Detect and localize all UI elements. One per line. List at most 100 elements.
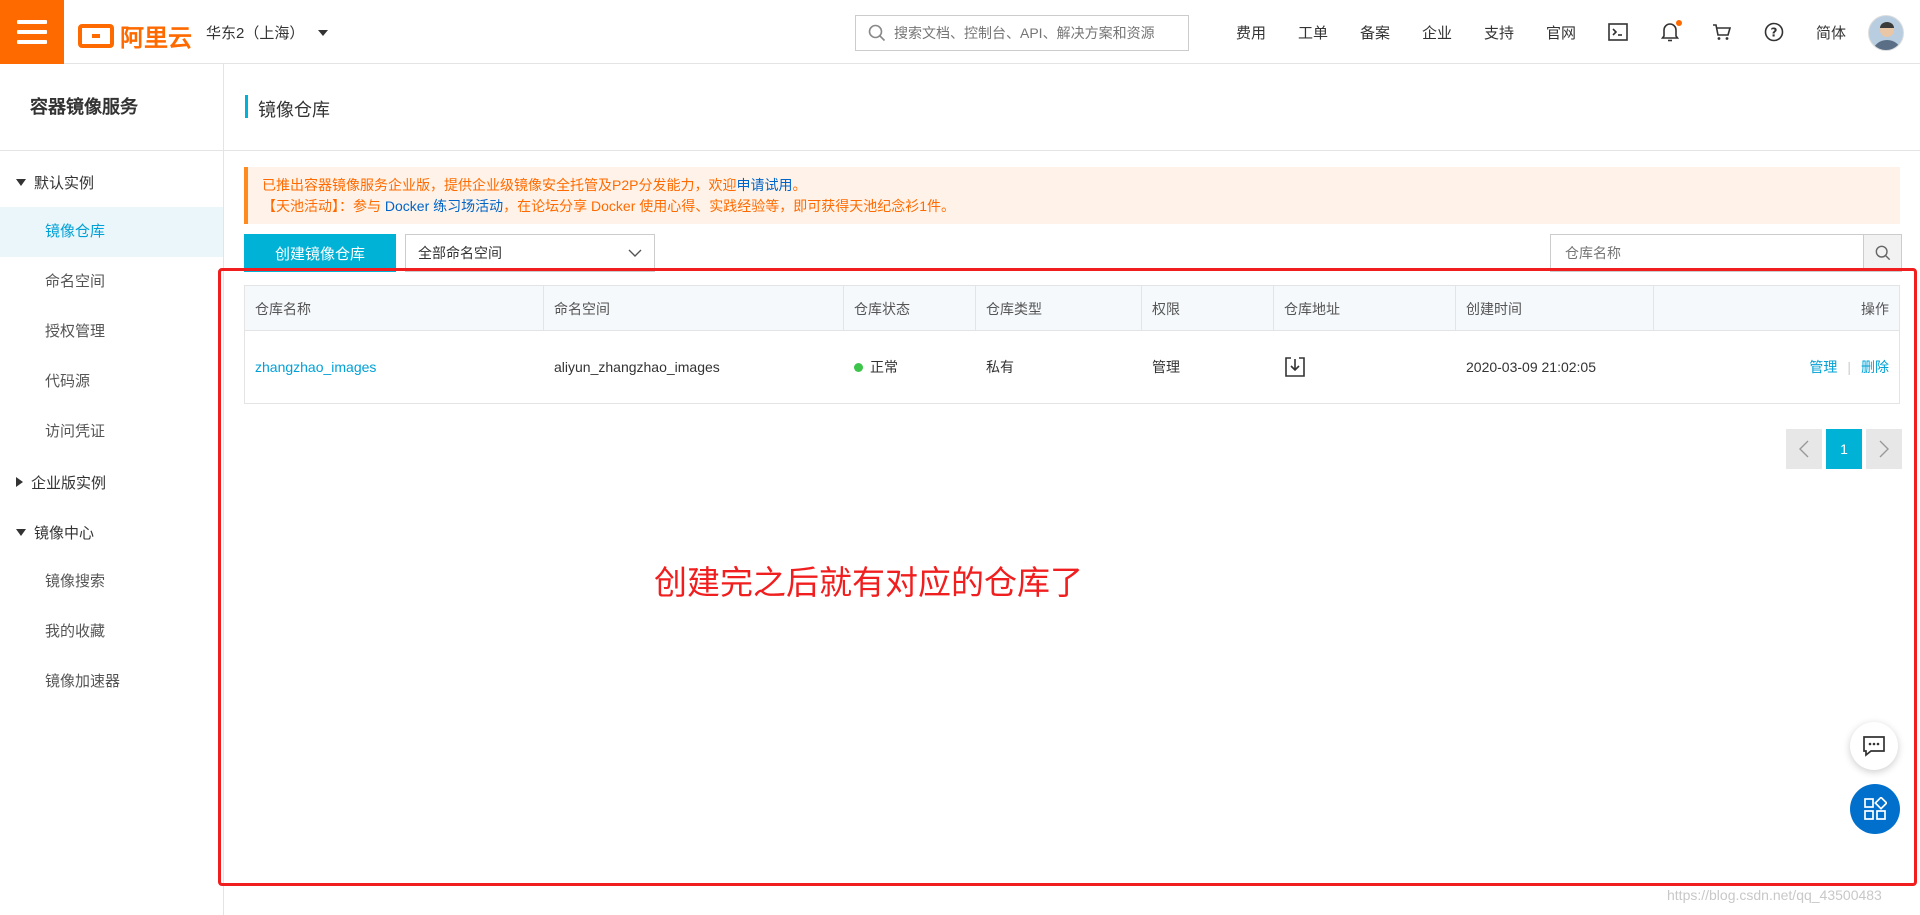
notification-button[interactable]	[1644, 0, 1696, 64]
caret-down-icon	[16, 178, 26, 186]
column-header: 命名空间	[544, 286, 844, 331]
nav-enterprise[interactable]: 企业	[1406, 22, 1468, 43]
address-cell	[1274, 356, 1456, 378]
apply-trial-link[interactable]: 申请试用	[736, 177, 792, 193]
sidebar-group-image-center[interactable]: 镜像中心	[0, 507, 223, 557]
sidebar-item-repositories[interactable]: 镜像仓库	[0, 207, 223, 257]
repo-name-cell: zhangzhao_images	[245, 359, 544, 375]
page-title: 镜像仓库	[258, 100, 330, 120]
notice-text: 已推出容器镜像服务企业版，提供企业级镜像安全托管及P2P分发能力，欢迎	[262, 177, 737, 193]
created-time-cell: 2020-03-09 21:02:05	[1466, 359, 1596, 375]
sidebar-item-namespaces[interactable]: 命名空间	[0, 257, 223, 307]
sidebar-item-authorization[interactable]: 授权管理	[0, 307, 223, 357]
delete-link[interactable]: 删除	[1861, 357, 1889, 377]
column-header: 仓库地址	[1274, 286, 1456, 331]
apps-icon	[1864, 797, 1887, 820]
global-search-input[interactable]	[894, 25, 1184, 41]
repository-search-button[interactable]	[1863, 235, 1901, 271]
top-nav: 费用 工单 备案 企业 支持 官网 ? 简体	[1220, 0, 1862, 64]
docker-activity-link[interactable]: Docker 练习场活动	[385, 198, 503, 214]
nav-tickets[interactable]: 工单	[1282, 22, 1344, 43]
repository-search[interactable]	[1550, 234, 1902, 272]
table-row: zhangzhao_images aliyun_zhangzhao_images…	[245, 331, 1899, 403]
sidebar-group-enterprise-instance[interactable]: 企业版实例	[0, 457, 223, 507]
notice-banner: 已推出容器镜像服务企业版，提供企业级镜像安全托管及P2P分发能力，欢迎申请试用。…	[244, 167, 1900, 224]
repo-name-link[interactable]: zhangzhao_images	[255, 359, 376, 375]
annotation-text: 创建完之后就有对应的仓库了	[654, 564, 1083, 601]
sidebar-item-image-search[interactable]: 镜像搜索	[0, 557, 223, 607]
chevron-right-icon	[1879, 440, 1889, 458]
page-button-current[interactable]: 1	[1826, 429, 1862, 469]
language-switch[interactable]: 简体	[1800, 22, 1862, 43]
nav-icp[interactable]: 备案	[1344, 22, 1406, 43]
column-header: 操作	[1861, 300, 1889, 317]
sidebar-item-access-credential[interactable]: 访问凭证	[0, 407, 223, 457]
notice-line-1: 已推出容器镜像服务企业版，提供企业级镜像安全托管及P2P分发能力，欢迎申请试用。	[262, 175, 1886, 196]
action-separator: |	[1847, 359, 1851, 375]
page-header: 镜像仓库	[224, 64, 1920, 151]
cart-button[interactable]	[1696, 0, 1748, 64]
title-accent-bar	[245, 95, 248, 118]
chat-icon	[1863, 736, 1885, 757]
nav-support[interactable]: 支持	[1468, 22, 1530, 43]
aliyun-logo[interactable]: 阿里云	[78, 18, 192, 53]
feedback-button[interactable]	[1850, 722, 1898, 770]
nav-official-site[interactable]: 官网	[1530, 22, 1592, 43]
repository-search-input[interactable]	[1551, 235, 1863, 271]
notice-text: 。	[792, 177, 807, 193]
sidebar-item-code-source[interactable]: 代码源	[0, 357, 223, 407]
user-avatar-icon	[1873, 22, 1901, 50]
create-repository-button[interactable]: 创建镜像仓库	[244, 234, 396, 272]
chevron-down-icon	[318, 29, 329, 36]
region-selector[interactable]: 华东2（上海）	[206, 22, 329, 43]
caret-right-icon	[16, 477, 23, 487]
search-icon	[1875, 245, 1890, 261]
cart-icon	[1713, 24, 1732, 40]
quick-apps-button[interactable]	[1850, 784, 1900, 834]
terminal-button[interactable]	[1592, 0, 1644, 64]
permission-cell: 管理	[1152, 359, 1180, 375]
sidebar-group-default-instance[interactable]: 默认实例	[0, 157, 223, 207]
next-page-button[interactable]	[1866, 429, 1902, 469]
namespace-cell: aliyun_zhangzhao_images	[554, 359, 720, 375]
actions-cell: 管理 | 删除	[1654, 357, 1899, 377]
sidebar-item-accelerator[interactable]: 镜像加速器	[0, 657, 223, 707]
chevron-down-icon	[628, 249, 642, 257]
column-header: 仓库名称	[245, 286, 544, 331]
search-icon	[868, 24, 886, 42]
global-search[interactable]	[855, 15, 1189, 51]
download-icon[interactable]	[1284, 356, 1306, 378]
aliyun-logo-icon	[78, 23, 114, 48]
sidebar-item-favorites[interactable]: 我的收藏	[0, 607, 223, 657]
status-cell: 正常	[844, 357, 976, 377]
avatar[interactable]	[1868, 15, 1904, 51]
nav-fees[interactable]: 费用	[1220, 22, 1282, 43]
watermark: https://blog.csdn.net/qq_43500483	[1667, 887, 1882, 903]
notice-line-2: 【天池活动】：参与 Docker 练习场活动，在论坛分享 Docker 使用心得…	[262, 196, 1886, 217]
notice-text: ，在论坛分享 Docker 使用心得、实践经验等，即可获得天池纪念衫1件。	[503, 198, 956, 214]
caret-down-icon	[16, 528, 26, 536]
repository-table: 仓库名称 命名空间 仓库状态 仓库类型 权限 仓库地址 创建时间 操作 zhan…	[244, 285, 1900, 404]
hamburger-menu-button[interactable]	[0, 0, 64, 64]
manage-link[interactable]: 管理	[1809, 357, 1837, 377]
prev-page-button[interactable]	[1786, 429, 1822, 469]
namespace-select[interactable]: 全部命名空间	[405, 234, 655, 272]
column-header: 仓库状态	[844, 286, 976, 331]
notification-dot	[1676, 20, 1682, 26]
sidebar-group-label: 企业版实例	[31, 474, 107, 492]
sidebar-group-label: 镜像中心	[34, 524, 95, 542]
svg-text:?: ?	[1771, 26, 1778, 40]
sidebar-title: 容器镜像服务	[0, 64, 223, 151]
top-bar: 阿里云 华东2（上海） 费用 工单 备案 企业 支持 官网 ? 简体	[0, 0, 1920, 64]
status-text: 正常	[870, 359, 898, 375]
chevron-left-icon	[1799, 440, 1809, 458]
help-icon: ?	[1764, 22, 1784, 42]
logo-text: 阿里云	[120, 25, 192, 52]
sidebar: 容器镜像服务 默认实例 镜像仓库 命名空间 授权管理 代码源 访问凭证 企业版实…	[0, 64, 224, 915]
type-cell: 私有	[986, 359, 1014, 375]
help-button[interactable]: ?	[1748, 0, 1800, 64]
table-header: 仓库名称 命名空间 仓库状态 仓库类型 权限 仓库地址 创建时间 操作	[245, 286, 1899, 331]
region-label: 华东2（上海）	[206, 25, 305, 42]
column-header: 仓库类型	[976, 286, 1142, 331]
column-header: 创建时间	[1456, 286, 1654, 331]
